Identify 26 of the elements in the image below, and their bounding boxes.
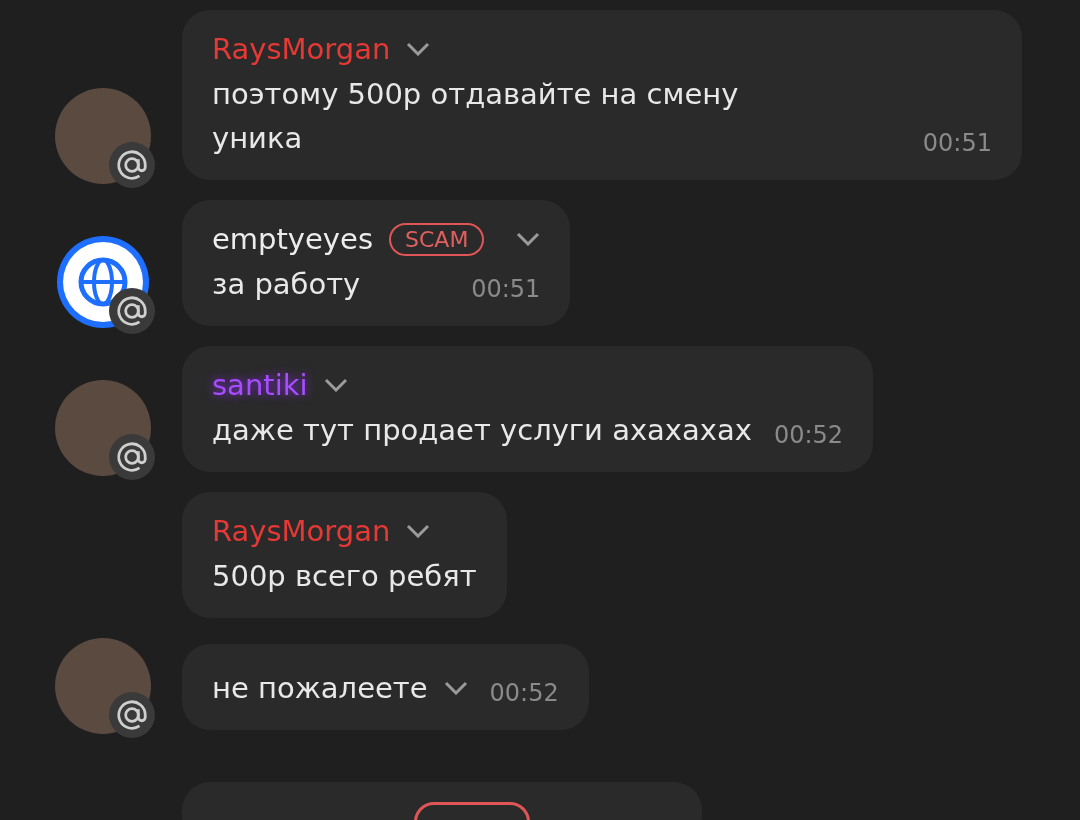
mention-icon xyxy=(109,288,155,334)
message-text: поэтому 500р отдавайте на смену уника xyxy=(212,76,740,157)
message-text: за работу xyxy=(212,266,361,303)
message-bubble[interactable]: не пожалеете 00:52 xyxy=(182,644,589,730)
message-text: 500р всего ребят xyxy=(212,558,477,595)
message-time: 00:52 xyxy=(488,678,559,709)
chevron-down-icon[interactable] xyxy=(406,42,431,56)
chevron-down-icon[interactable] xyxy=(516,232,541,246)
message-time: 00:51 xyxy=(921,128,992,159)
scam-label: SCAM xyxy=(389,222,485,256)
sender-name[interactable]: emptyeyes xyxy=(212,222,373,256)
message-time: 00:51 xyxy=(470,274,541,305)
mention-icon xyxy=(109,434,155,480)
message-bubble[interactable]: RaysMorgan поэтому 500р отдавайте на смену уника 00:51 xyxy=(182,10,1022,180)
sender-name[interactable]: santiki xyxy=(212,368,308,402)
message-text: не пожалеете xyxy=(212,670,428,707)
message-text: даже тут продает услуги ахахахах xyxy=(212,412,752,449)
chevron-down-icon[interactable] xyxy=(323,378,348,392)
chevron-down-icon[interactable] xyxy=(443,681,468,695)
mention-icon xyxy=(109,692,155,738)
message-bubble[interactable]: emptyeyes SCAM за работу 00:51 xyxy=(182,200,571,326)
message-time: 00:52 xyxy=(772,420,844,451)
chevron-down-icon[interactable] xyxy=(406,524,431,538)
message-bubble[interactable]: santiki даже тут продает услуги ахахахах 00:52 xyxy=(182,346,874,472)
mention-icon xyxy=(109,142,155,188)
message-bubble[interactable]: RaysMorgan 500р всего ребят xyxy=(182,492,507,618)
